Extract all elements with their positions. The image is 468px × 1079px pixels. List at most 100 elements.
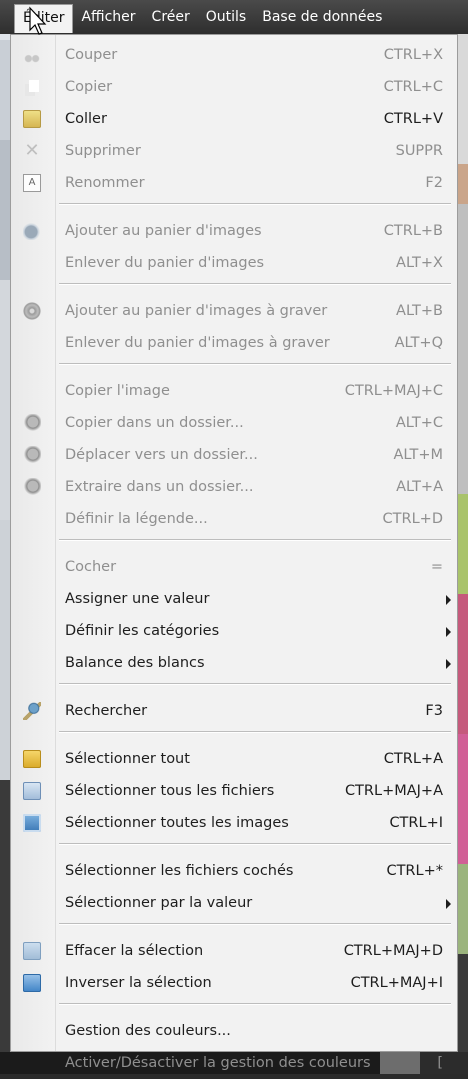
menu-item-selectionner-les-fichiers-coches[interactable]: Sélectionner les fichiers cochés CTRL+* xyxy=(11,855,457,887)
file-icon xyxy=(23,782,41,800)
menu-item-label: Enlever du panier d'images à graver xyxy=(65,335,330,351)
menu-separator xyxy=(59,203,451,205)
menu-item-label: Copier xyxy=(65,79,113,95)
menu-item-coller[interactable]: Coller CTRL+V xyxy=(11,103,457,135)
menu-item-shortcut: CTRL+* xyxy=(386,863,443,879)
menu-item-couper[interactable]: Couper CTRL+X xyxy=(11,39,457,71)
menu-separator xyxy=(59,363,451,365)
menu-bar: Éditer Afficher Créer Outils Base de don… xyxy=(0,0,468,34)
menu-item-renommer[interactable]: A Renommer F2 xyxy=(11,167,457,199)
menu-separator xyxy=(59,843,451,845)
menu-item-copier-dans-un-dossier[interactable]: Copier dans un dossier... ALT+C xyxy=(11,407,457,439)
submenu-arrow-icon xyxy=(446,659,451,669)
menu-item-label: Définir les catégories xyxy=(65,623,220,639)
folder-icon xyxy=(23,750,41,768)
menu-item-shortcut: CTRL+V xyxy=(383,111,443,127)
image-icon xyxy=(23,814,41,832)
menu-item-label: Sélectionner tout xyxy=(65,751,190,767)
menu-item-label: Effacer la sélection xyxy=(65,943,204,959)
menu-item-deplacer-vers-un-dossier[interactable]: Déplacer vers un dossier... ALT+M xyxy=(11,439,457,471)
menu-item-cocher[interactable]: Cocher = xyxy=(11,551,457,583)
menu-item-shortcut: F3 xyxy=(425,703,443,719)
menu-create[interactable]: Créer xyxy=(144,4,198,30)
menu-item-copier-l-image[interactable]: Copier l'image CTRL+MAJ+C xyxy=(11,375,457,407)
menu-item-shortcut: CTRL+X xyxy=(383,47,443,63)
menu-item-label: Sélectionner tous les fichiers xyxy=(65,783,275,799)
edit-menu-dropdown: Couper CTRL+X Copier CTRL+C Coller CTRL+V ✕ Sup… xyxy=(10,34,458,1071)
menu-item-label: Sélectionner toutes les images xyxy=(65,815,289,831)
menu-item-shortcut: F2 xyxy=(425,175,443,191)
menu-item-label: Sélectionner les fichiers cochés xyxy=(65,863,294,879)
menu-item-label: Gestion des couleurs... xyxy=(65,1023,231,1039)
menu-item-shortcut: CTRL+I xyxy=(389,815,443,831)
menu-item-enlever-du-panier-d-images-a-graver[interactable]: Enlever du panier d'images à graver ALT+Q xyxy=(11,327,457,359)
menu-item-label: Renommer xyxy=(65,175,145,191)
paste-icon xyxy=(23,110,41,128)
menu-item-inverser-la-selection[interactable]: Inverser la sélection CTRL+MAJ+I xyxy=(11,967,457,999)
menu-item-rechercher[interactable]: Rechercher F3 xyxy=(11,695,457,727)
menu-item-shortcut: ALT+C xyxy=(395,415,443,431)
menu-item-gestion-des-couleurs[interactable]: Gestion des couleurs... xyxy=(11,1015,457,1047)
menu-item-definir-la-legende[interactable]: Définir la légende... CTRL+D xyxy=(11,503,457,535)
menu-item-shortcut: CTRL+C xyxy=(383,79,443,95)
submenu-arrow-icon xyxy=(446,627,451,637)
menu-database[interactable]: Base de données xyxy=(254,4,390,30)
menu-item-enlever-du-panier-d-images[interactable]: Enlever du panier d'images ALT+X xyxy=(11,247,457,279)
menu-item-label: Extraire dans un dossier... xyxy=(65,479,254,495)
menu-item-label: Balance des blancs xyxy=(65,655,205,671)
menu-item-label: Ajouter au panier d'images à graver xyxy=(65,303,328,319)
basket-add-icon xyxy=(23,222,41,240)
menu-item-balance-des-blancs[interactable]: Balance des blancs xyxy=(11,647,457,679)
menu-item-selectionner-tous-les-fichiers[interactable]: Sélectionner tous les fichiers CTRL+MAJ+A xyxy=(11,775,457,807)
menu-separator xyxy=(59,683,451,685)
menu-item-copier[interactable]: Copier CTRL+C xyxy=(11,71,457,103)
menu-separator xyxy=(59,539,451,541)
menu-item-label: Copier dans un dossier... xyxy=(65,415,244,431)
menu-item-shortcut: CTRL+MAJ+I xyxy=(350,975,443,991)
menu-item-label: Ajouter au panier d'images xyxy=(65,223,262,239)
copy-to-folder-icon xyxy=(23,414,41,432)
menu-item-shortcut: CTRL+MAJ+C xyxy=(344,383,443,399)
menu-item-ajouter-au-panier-d-images-a-graver[interactable]: Ajouter au panier d'images à graver ALT+B xyxy=(11,295,457,327)
menu-separator xyxy=(59,731,451,733)
menu-item-definir-les-categories[interactable]: Définir les catégories xyxy=(11,615,457,647)
menu-item-label: Supprimer xyxy=(65,143,141,159)
menu-item-shortcut: [ xyxy=(437,1055,443,1071)
menu-item-label: Activer/Désactiver la gestion des couleu… xyxy=(65,1055,371,1071)
menu-separator xyxy=(59,923,451,925)
background-window-right xyxy=(458,34,468,1074)
menu-item-label: Assigner une valeur xyxy=(65,591,210,607)
menu-item-selectionner-par-la-valeur[interactable]: Sélectionner par la valeur xyxy=(11,887,457,919)
copy-icon xyxy=(23,78,41,96)
menu-item-assigner-une-valeur[interactable]: Assigner une valeur xyxy=(11,583,457,615)
submenu-arrow-icon xyxy=(446,899,451,909)
clear-selection-icon xyxy=(23,942,41,960)
menu-item-extraire-dans-un-dossier[interactable]: Extraire dans un dossier... ALT+A xyxy=(11,471,457,503)
menu-separator xyxy=(59,283,451,285)
menu-item-label: Cocher xyxy=(65,559,117,575)
delete-icon: ✕ xyxy=(24,140,40,161)
menu-view[interactable]: Afficher xyxy=(73,4,143,30)
menu-item-shortcut: ALT+M xyxy=(393,447,443,463)
mouse-cursor-icon xyxy=(29,6,47,35)
menu-item-selectionner-toutes-les-images[interactable]: Sélectionner toutes les images CTRL+I xyxy=(11,807,457,839)
menu-item-effacer-la-selection[interactable]: Effacer la sélection CTRL+MAJ+D xyxy=(11,935,457,967)
menu-item-shortcut: CTRL+D xyxy=(382,511,443,527)
menu-item-label: Sélectionner par la valeur xyxy=(65,895,253,911)
menu-item-supprimer[interactable]: ✕ Supprimer SUPPR xyxy=(11,135,457,167)
menu-item-label: Inverser la sélection xyxy=(65,975,212,991)
menu-item-ajouter-au-panier-d-images[interactable]: Ajouter au panier d'images CTRL+B xyxy=(11,215,457,247)
menu-item-shortcut: CTRL+A xyxy=(383,751,443,767)
menu-item-label: Couper xyxy=(65,47,118,63)
menu-item-shortcut: ALT+A xyxy=(396,479,443,495)
menu-tools[interactable]: Outils xyxy=(198,4,254,30)
menu-item-activer-desactiver-la-gestion-des-couleurs[interactable]: Activer/Désactiver la gestion des couleu… xyxy=(11,1047,457,1079)
menu-item-label: Copier l'image xyxy=(65,383,170,399)
menu-item-shortcut: ALT+X xyxy=(396,255,443,271)
menu-item-shortcut: CTRL+MAJ+D xyxy=(343,943,443,959)
menu-item-shortcut: ALT+Q xyxy=(394,335,443,351)
move-to-folder-icon xyxy=(23,446,41,464)
menu-item-selectionner-tout[interactable]: Sélectionner tout CTRL+A xyxy=(11,743,457,775)
burn-disc-icon xyxy=(23,302,41,320)
scissors-icon xyxy=(23,46,41,64)
